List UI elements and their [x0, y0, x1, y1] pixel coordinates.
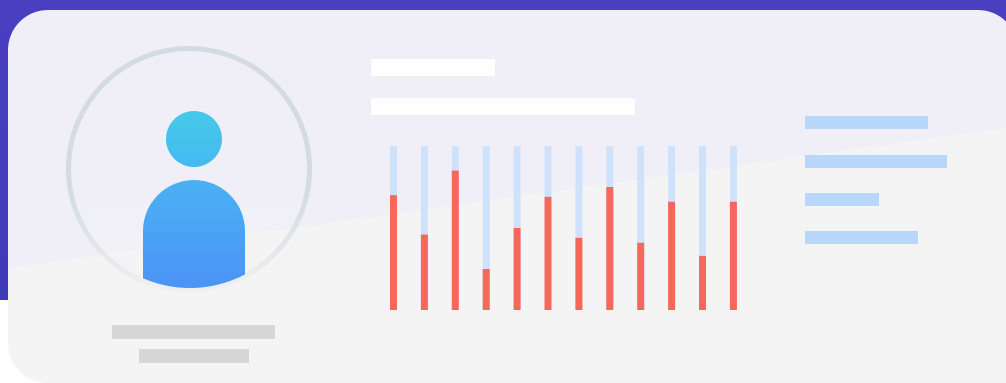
bar — [637, 242, 645, 310]
bar — [420, 234, 428, 310]
legend-placeholder-2 — [805, 155, 947, 168]
subtitle-placeholder — [139, 349, 249, 363]
bar — [575, 237, 583, 310]
name-placeholder — [112, 325, 275, 339]
avatar-head-shape — [166, 111, 222, 167]
bar — [544, 196, 552, 310]
bar — [451, 170, 459, 310]
bar-chart-svg — [390, 146, 737, 310]
bar — [699, 255, 706, 310]
bar — [668, 201, 676, 310]
bar — [482, 269, 490, 310]
bar-chart — [390, 146, 750, 311]
description-placeholder — [371, 98, 635, 115]
bar — [729, 201, 737, 310]
bar — [390, 195, 397, 310]
avatar-body-shape — [143, 180, 245, 288]
legend-placeholder-1 — [805, 116, 928, 129]
legend-placeholder-3 — [805, 193, 879, 206]
bar — [513, 228, 521, 310]
title-placeholder — [371, 59, 495, 76]
legend-placeholder-4 — [805, 231, 918, 244]
profile-card — [8, 10, 1006, 383]
avatar — [72, 52, 308, 288]
bar — [606, 187, 614, 310]
